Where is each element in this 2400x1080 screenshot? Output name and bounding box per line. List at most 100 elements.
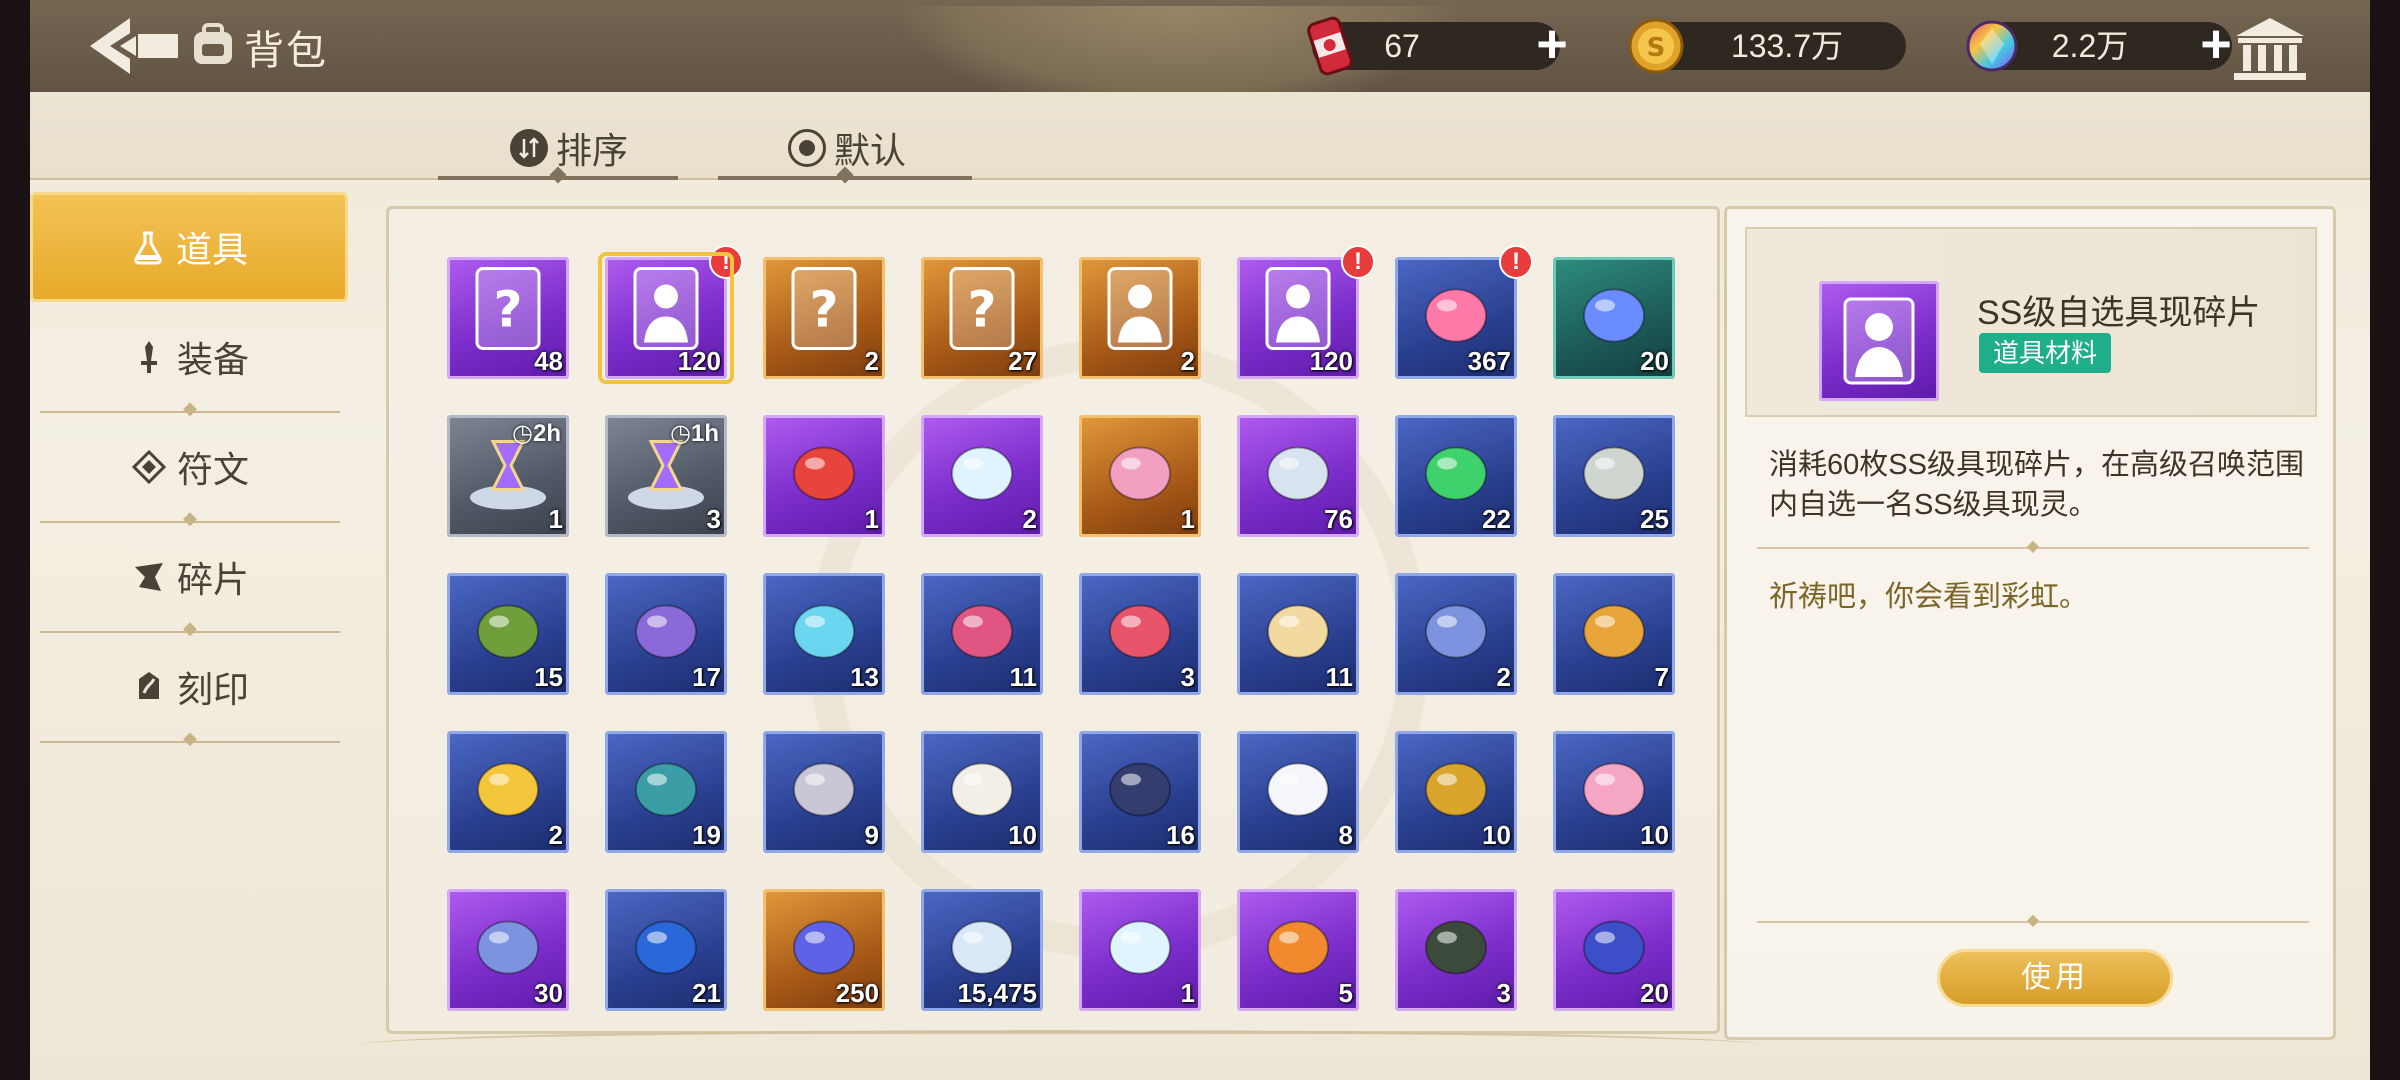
item-slot[interactable]: 10	[1395, 731, 1517, 853]
character-silhouette-card-icon	[1819, 281, 1939, 401]
item-slot[interactable]: 8	[1237, 731, 1359, 853]
item-count: 5	[1338, 978, 1353, 1008]
item-slot[interactable]: ? 48	[447, 257, 569, 379]
item-slot[interactable]: 1	[1079, 889, 1201, 1011]
item-slot[interactable]: 9	[763, 731, 885, 853]
nav-label-seals: 刻印	[176, 669, 249, 710]
flask-icon	[134, 231, 162, 265]
item-slot[interactable]: 3	[1079, 573, 1201, 695]
item-count: 17	[692, 662, 721, 692]
use-button[interactable]: 使用	[1937, 949, 2173, 1007]
bank-icon[interactable]	[2230, 14, 2310, 84]
item-count: 2	[548, 820, 563, 850]
item-slot[interactable]: 2	[447, 731, 569, 853]
nav-item-equipment[interactable]: 装备	[30, 302, 350, 412]
flower-bouquet-icon	[781, 426, 867, 517]
item-slot[interactable]: 11	[1237, 573, 1359, 695]
item-slot[interactable]: 2	[1395, 573, 1517, 695]
nav-item-shards[interactable]: 碎片	[30, 522, 350, 632]
item-count: 25	[1640, 504, 1669, 534]
item-slot[interactable]: 13	[763, 573, 885, 695]
medal-icon	[1413, 742, 1499, 833]
item-count: 21	[692, 978, 721, 1008]
item-slot[interactable]: ◷1h 3	[605, 415, 727, 537]
nav-label-equipment: 装备	[176, 339, 249, 380]
item-slot[interactable]: 10	[921, 731, 1043, 853]
item-slot[interactable]: ? 27	[921, 257, 1043, 379]
radio-target-icon	[788, 129, 826, 167]
item-category-tag: 道具材料	[1979, 333, 2112, 373]
item-count: 367	[1467, 346, 1511, 376]
soap-bar-icon	[1097, 426, 1183, 517]
gift-box-icon	[1413, 268, 1499, 359]
sort-button[interactable]: 排序	[510, 116, 628, 180]
nav-item-runes[interactable]: 符文	[30, 412, 350, 522]
potion-jar-icon	[1097, 584, 1183, 675]
item-slot[interactable]: 15	[447, 573, 569, 695]
crystal-value: 2.2万	[2051, 28, 2129, 64]
item-slot[interactable]: 21	[605, 889, 727, 1011]
nav-item-props[interactable]: 道具	[30, 192, 348, 302]
item-grid-panel[interactable]: ? 48 120!? 2? 27 2 120! 367! 20 ◷2h 1 ◷1h 3 1 2 1 76 22 25…	[386, 206, 1720, 1034]
mystery-crystal-icon: ?	[779, 263, 869, 364]
item-slot[interactable]: 20	[1553, 257, 1675, 379]
bread-pile-icon	[1571, 584, 1657, 675]
item-count: 13	[850, 662, 879, 692]
item-count: 1	[1180, 978, 1195, 1008]
item-slot[interactable]: 1	[763, 415, 885, 537]
item-count: 19	[692, 820, 721, 850]
item-slot[interactable]: 19	[605, 731, 727, 853]
item-slot[interactable]: 10	[1553, 731, 1675, 853]
new-badge: !	[1499, 245, 1533, 279]
svg-text:?: ?	[493, 281, 522, 339]
item-slot[interactable]: 7	[1553, 573, 1675, 695]
item-count: 10	[1482, 820, 1511, 850]
item-slot[interactable]: 30	[447, 889, 569, 1011]
top-bar: 背包 67 + 133.7万 S 2.2万 +	[30, 0, 2370, 116]
golden-apple-icon	[465, 742, 551, 833]
item-count: 120	[1309, 346, 1353, 376]
item-slot[interactable]: 11	[921, 573, 1043, 695]
inventory-screen: 背包 67 + 133.7万 S 2.2万 + 排序 默认 道具 装备 符文 碎…	[30, 0, 2370, 1080]
item-slot[interactable]: 25	[1553, 415, 1675, 537]
item-slot[interactable]: 120	[605, 257, 727, 379]
item-slot[interactable]: ? 2	[763, 257, 885, 379]
item-description: 消耗60枚SS级具现碎片，在高级召唤范围内自选一名SS级具现灵。	[1769, 449, 2304, 521]
milk-carton-icon	[1255, 742, 1341, 833]
rainbow-crystal-icon	[1966, 20, 2018, 72]
item-slot[interactable]: 15,475	[921, 889, 1043, 1011]
item-slot[interactable]: 367	[1395, 257, 1517, 379]
umbrella-icon	[623, 742, 709, 833]
item-slot[interactable]: 20	[1553, 889, 1675, 1011]
item-slot[interactable]: 16	[1079, 731, 1201, 853]
item-slot[interactable]: 76	[1237, 415, 1359, 537]
item-slot[interactable]: 250	[763, 889, 885, 1011]
item-detail-panel: SS级自选具现碎片 道具材料 消耗60枚SS级具现碎片，在高级召唤范围内自选一名…	[1724, 206, 2336, 1040]
item-slot[interactable]: 2	[1079, 257, 1201, 379]
item-timer: ◷2h	[512, 420, 561, 447]
backpack-icon	[194, 23, 232, 64]
item-count: 1	[1180, 504, 1195, 534]
item-slot[interactable]: 5	[1237, 889, 1359, 1011]
item-slot[interactable]: 2	[921, 415, 1043, 537]
sort-bar: 排序 默认	[30, 92, 2370, 180]
item-slot[interactable]: 17	[605, 573, 727, 695]
nav-label-shards: 碎片	[176, 559, 249, 600]
item-count: 76	[1324, 504, 1353, 534]
item-slot[interactable]: 3	[1395, 889, 1517, 1011]
detail-divider	[1757, 921, 2309, 923]
gold-value: 133.7万	[1730, 28, 1844, 64]
item-count: 11	[1325, 662, 1354, 692]
rune-icon	[131, 449, 167, 485]
item-slot[interactable]: 120	[1237, 257, 1359, 379]
sort-underline	[438, 176, 678, 180]
item-slot[interactable]: 1	[1079, 415, 1201, 537]
nav-item-seals[interactable]: 刻印	[30, 632, 350, 742]
add-stamina-button[interactable]: +	[1528, 17, 1576, 71]
open-book-icon	[939, 742, 1025, 833]
gold-coin-icon: S	[1628, 18, 1684, 74]
back-arrow-icon[interactable]	[86, 14, 182, 78]
item-count: 3	[706, 504, 721, 534]
item-slot[interactable]: ◷2h 1	[447, 415, 569, 537]
item-slot[interactable]: 22	[1395, 415, 1517, 537]
